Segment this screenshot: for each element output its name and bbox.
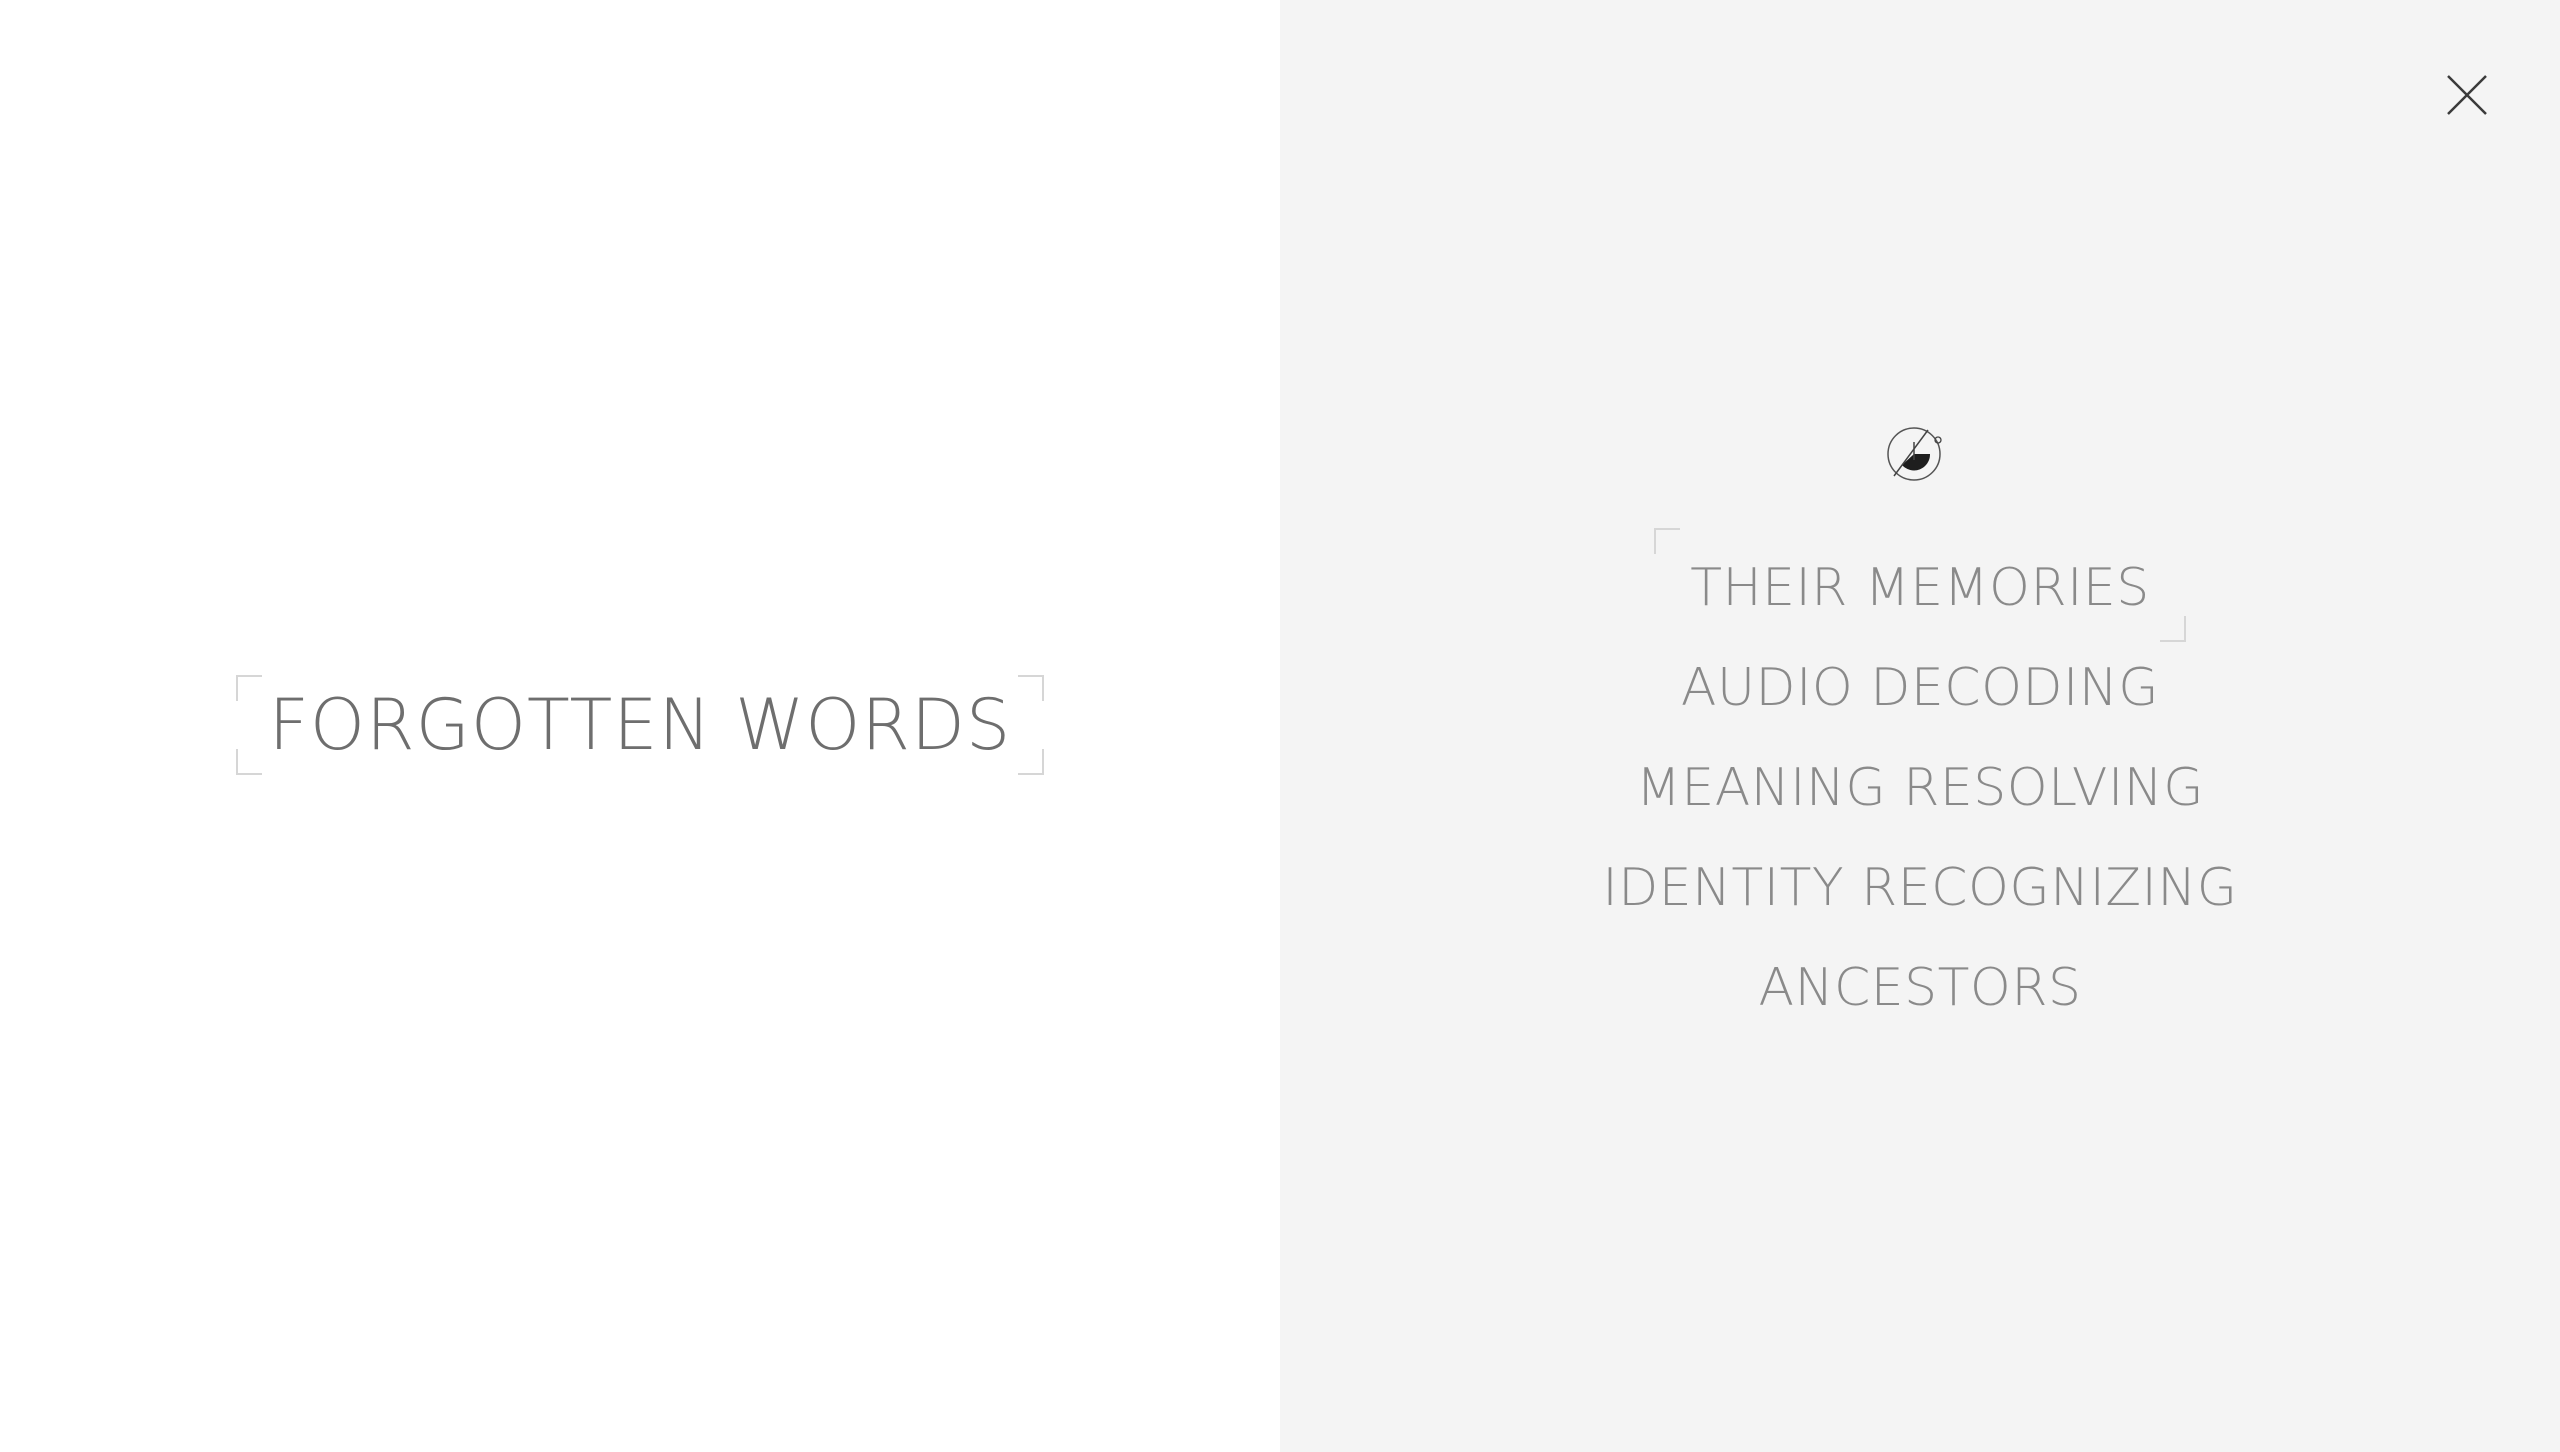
active-bracket-top-left — [1654, 528, 1681, 554]
menu-item-audio-decoding[interactable]: AUDIO DECODING — [1280, 638, 2560, 738]
page: FORGOTTEN WORDS THEIR MEMORIES AUDIO DEC — [0, 0, 2560, 1452]
hero-title-frame: FORGOTTEN WORDS — [236, 675, 1044, 775]
menu-item-label: IDENTITY RECOGNIZING — [1602, 858, 2238, 918]
menu-item-identity-recognizing[interactable]: IDENTITY RECOGNIZING — [1280, 838, 2560, 938]
brand-logo-icon — [1887, 427, 1942, 481]
menu-item-label: AUDIO DECODING — [1680, 658, 2160, 718]
menu-item-label: THEIR MEMORIES — [1654, 528, 2186, 642]
close-icon — [2447, 75, 2487, 115]
main-menu: THEIR MEMORIES AUDIO DECODING MEANING RE… — [1280, 528, 2560, 1038]
menu-item-their-memories[interactable]: THEIR MEMORIES — [1280, 528, 2560, 642]
hero-title: FORGOTTEN WORDS — [268, 684, 1012, 766]
menu-item-text: THEIR MEMORIES — [1690, 558, 2150, 618]
menu-item-meaning-resolving[interactable]: MEANING RESOLVING — [1280, 738, 2560, 838]
menu-item-label: MEANING RESOLVING — [1635, 758, 2205, 818]
menu-item-ancestors[interactable]: ANCESTORS — [1280, 938, 2560, 1038]
hero-panel: FORGOTTEN WORDS — [0, 0, 1280, 1452]
close-button[interactable] — [2444, 72, 2490, 118]
menu-item-label: ANCESTORS — [1758, 958, 2082, 1018]
brand-logo[interactable] — [1886, 424, 1946, 482]
